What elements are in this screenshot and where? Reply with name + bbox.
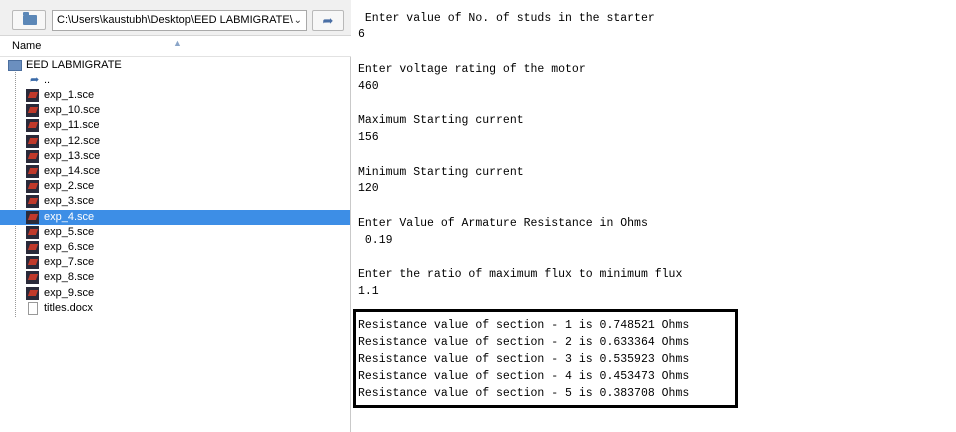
name-column-header[interactable]: Name ▲ — [0, 36, 351, 57]
file-name: exp_4.sce — [44, 210, 95, 223]
file-name: exp_10.sce — [44, 104, 101, 117]
scilab-script-icon — [26, 210, 39, 224]
console-line: 120 — [358, 182, 379, 195]
file-name: exp_13.sce — [44, 149, 101, 162]
scilab-script-icon — [26, 225, 39, 239]
scilab-script-icon — [26, 241, 39, 254]
scilab-script-icon — [26, 134, 39, 148]
result-line: Resistance value of section - 2 is 0.633… — [358, 336, 690, 349]
console-line: Minimum Starting current — [358, 166, 524, 179]
chevron-down-icon[interactable]: ⌄ — [294, 11, 302, 30]
console-line: 460 — [358, 80, 379, 93]
console-line: 1.1 — [358, 285, 379, 298]
file-browser-toolbar: C:\Users\kaustubh\Desktop\EED LABMIGRATE… — [0, 0, 351, 36]
name-column-label: Name — [12, 40, 42, 52]
file-name: exp_11.sce — [44, 119, 100, 132]
scilab-script-icon — [26, 149, 39, 163]
scilab-script-icon — [26, 286, 39, 300]
console-line: Enter voltage rating of the motor — [358, 63, 586, 76]
result-line: Resistance value of section - 4 is 0.453… — [358, 370, 690, 383]
result-line: Resistance value of section - 5 is 0.383… — [358, 387, 690, 400]
console-line: Enter the ratio of maximum flux to minim… — [358, 268, 683, 281]
file-name: titles.docx — [44, 301, 93, 314]
path-combobox[interactable]: C:\Users\kaustubh\Desktop\EED LABMIGRATE… — [52, 10, 307, 31]
file-browser-panel: C:\Users\kaustubh\Desktop\EED LABMIGRATE… — [0, 0, 351, 432]
scilab-script-icon — [26, 195, 39, 209]
console-line: 156 — [358, 131, 379, 144]
path-value: C:\Users\kaustubh\Desktop\EED LABMIGRATE… — [57, 14, 293, 26]
scilab-script-icon — [26, 104, 39, 118]
browse-folder-button[interactable] — [12, 10, 46, 30]
file-name: exp_2.sce — [44, 180, 95, 193]
scilab-script-icon — [26, 256, 39, 270]
folder-open-icon — [8, 60, 22, 71]
file-name: exp_1.sce — [44, 89, 95, 101]
scilab-script-icon — [26, 119, 39, 133]
scilab-script-icon — [26, 165, 39, 178]
parent-dir-icon: ➦ — [30, 74, 40, 86]
document-icon — [28, 301, 38, 315]
scilab-script-icon — [26, 180, 39, 194]
file-list-item[interactable]: exp_4.sce — [0, 209, 350, 225]
result-line: Resistance value of section - 3 is 0.535… — [358, 353, 690, 366]
console-line: Enter value of No. of studs in the start… — [358, 12, 655, 25]
file-name: exp_6.sce — [44, 241, 95, 253]
up-arrow-icon: ➦ — [322, 13, 334, 28]
file-name: exp_8.sce — [44, 271, 95, 284]
file-name: exp_12.sce — [44, 134, 101, 147]
console-line: Maximum Starting current — [358, 114, 524, 127]
file-name: exp_7.sce — [44, 256, 95, 269]
file-name: exp_3.sce — [44, 195, 95, 208]
scilab-script-icon — [26, 89, 39, 102]
sort-ascending-icon: ▲ — [173, 38, 182, 48]
file-name: exp_5.sce — [44, 225, 95, 238]
file-name: exp_9.sce — [44, 286, 95, 299]
console-line: 6 — [358, 28, 365, 41]
parent-directory-button[interactable]: ➦ — [312, 10, 344, 31]
file-name: exp_14.sce — [44, 165, 101, 177]
tree-guide-line — [15, 70, 16, 317]
console-output[interactable]: Enter value of No. of studs in the start… — [352, 0, 956, 432]
result-line: Resistance value of section - 1 is 0.748… — [358, 319, 690, 332]
folder-icon — [23, 12, 37, 25]
console-line: 0.19 — [358, 234, 393, 247]
scilab-script-icon — [26, 271, 39, 285]
console-line: Enter Value of Armature Resistance in Oh… — [358, 217, 648, 230]
